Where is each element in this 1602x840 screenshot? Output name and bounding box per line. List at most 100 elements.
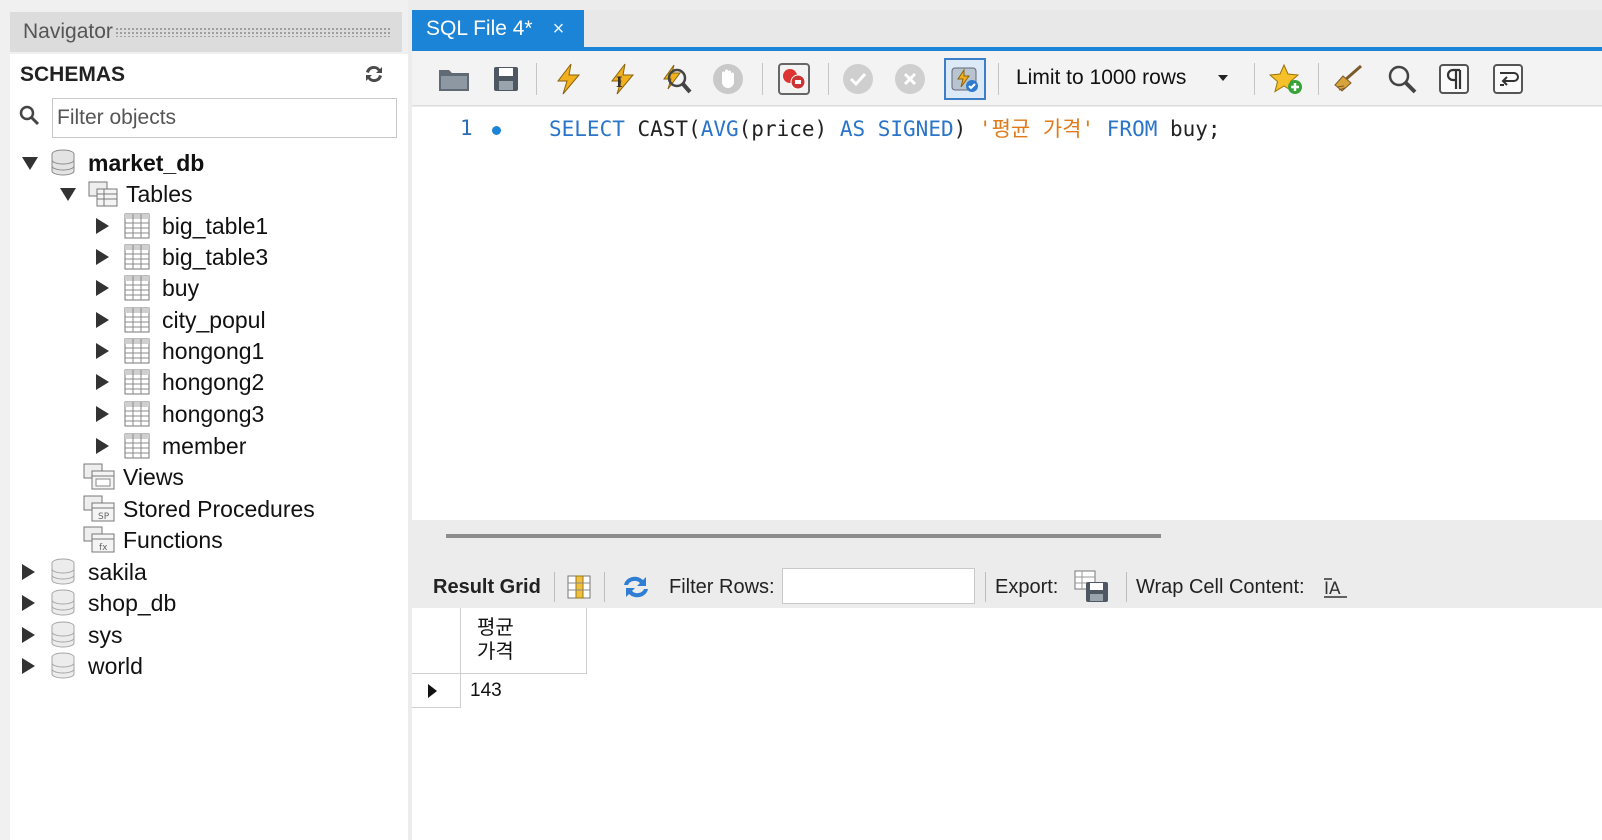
expand-arrow-icon[interactable] — [96, 438, 109, 454]
table-icon — [124, 401, 150, 427]
find-magnifier-icon[interactable] — [1384, 61, 1420, 97]
table-item[interactable]: big_table3 — [96, 242, 268, 272]
table-icon — [124, 369, 150, 395]
wrap-lines-icon[interactable] — [1490, 61, 1526, 97]
column-header[interactable]: 평균 가격 — [461, 608, 587, 674]
collapse-arrow-icon[interactable] — [60, 187, 76, 201]
rollback-icon[interactable] — [892, 61, 928, 97]
table-label: big_table1 — [162, 212, 269, 239]
grid-layout-icon[interactable] — [566, 566, 594, 608]
schema-item-sakila[interactable]: sakila — [22, 557, 147, 587]
svg-text:fx: fx — [99, 543, 108, 553]
database-icon — [50, 621, 76, 649]
database-icon — [50, 652, 76, 680]
table-label: buy — [162, 274, 200, 301]
grid-corner[interactable] — [412, 608, 461, 674]
stop-icon[interactable] — [710, 61, 746, 97]
export-icon[interactable] — [1074, 566, 1110, 608]
expand-arrow-icon[interactable] — [96, 249, 109, 265]
tree-item-functions[interactable]: fx Functions — [83, 525, 223, 555]
toolbar-divider — [1318, 63, 1319, 95]
expand-arrow-icon[interactable] — [22, 595, 35, 611]
explain-magnifier-icon[interactable] — [658, 61, 694, 97]
commit-icon[interactable] — [840, 61, 876, 97]
schema-item-market-db[interactable]: market_db — [22, 148, 204, 178]
sql-function: AVG — [700, 117, 739, 141]
tree-item-views[interactable]: Views — [83, 462, 184, 492]
expand-arrow-icon[interactable] — [96, 280, 109, 296]
functions-folder-icon: fx — [83, 526, 115, 554]
schema-browser: SCHEMAS market_db Tables — [10, 54, 408, 840]
chevron-down-icon[interactable] — [1218, 75, 1228, 81]
autocommit-toggle-icon[interactable] — [944, 58, 986, 100]
execute-lightning-icon[interactable] — [550, 61, 586, 97]
stop-on-error-icon[interactable] — [776, 61, 812, 97]
refresh-icon[interactable] — [620, 566, 652, 608]
tree-item-tables[interactable]: Tables — [60, 179, 192, 209]
table-item[interactable]: member — [96, 431, 246, 461]
table-item[interactable]: hongong2 — [96, 367, 264, 397]
expand-arrow-icon[interactable] — [96, 218, 109, 234]
collapse-arrow-icon[interactable] — [22, 156, 38, 170]
toolbar-divider — [1254, 63, 1255, 95]
close-icon[interactable]: × — [553, 18, 565, 41]
toolbar-divider — [554, 572, 555, 602]
table-icon — [124, 433, 150, 459]
sql-editor-toolbar: I Limit to 1000 rows — [412, 51, 1602, 106]
export-label: Export: — [995, 575, 1059, 598]
table-label: hongong3 — [162, 400, 265, 427]
filter-rows-input[interactable] — [782, 568, 975, 604]
row-selector[interactable] — [412, 674, 461, 708]
wrap-text-icon[interactable]: IA — [1323, 566, 1349, 608]
tree-label: Stored Procedures — [123, 495, 315, 522]
sql-string: '평균 가격' — [978, 117, 1095, 141]
filter-rows-label: Filter Rows: — [669, 575, 775, 598]
table-icon — [124, 338, 150, 364]
limit-rows-select[interactable]: Limit to 1000 rows — [1004, 59, 1240, 97]
refresh-schemas-icon[interactable] — [362, 62, 386, 92]
beautify-broom-icon[interactable] — [1330, 61, 1366, 97]
schema-item-shop-db[interactable]: shop_db — [22, 588, 176, 618]
panel-grip[interactable] — [114, 27, 392, 37]
table-item[interactable]: city_popul — [96, 305, 266, 335]
svg-text:SP: SP — [98, 512, 110, 522]
filter-objects-input[interactable] — [52, 98, 397, 138]
panel-splitter[interactable] — [412, 520, 1602, 566]
tree-label: Functions — [123, 526, 223, 553]
svg-text:IA: IA — [1324, 579, 1341, 599]
result-toolbar: Result Grid Filter Rows: Export: Wrap Ce… — [412, 566, 1602, 608]
table-item[interactable]: hongong3 — [96, 399, 264, 429]
svg-text:I: I — [616, 75, 623, 91]
sql-statement[interactable]: SELECT CAST(AVG(price) AS SIGNED) '평균 가격… — [549, 113, 1221, 143]
schema-label: market_db — [88, 149, 205, 176]
expand-arrow-icon[interactable] — [96, 406, 109, 422]
execute-current-statement-icon[interactable]: I — [604, 61, 640, 97]
result-grid-label[interactable]: Result Grid — [433, 566, 541, 608]
table-label: hongong1 — [162, 337, 265, 364]
table-item[interactable]: buy — [96, 273, 199, 303]
schema-item-world[interactable]: world — [22, 651, 143, 681]
open-folder-icon[interactable] — [436, 61, 472, 97]
table-cell[interactable]: 143 — [470, 674, 502, 708]
tab-sql-file[interactable]: SQL File 4* × — [412, 10, 584, 48]
expand-arrow-icon[interactable] — [96, 312, 109, 328]
save-icon[interactable] — [488, 61, 524, 97]
table-item[interactable]: big_table1 — [96, 211, 268, 241]
tree-item-stored-procedures[interactable]: SP Stored Procedures — [83, 494, 315, 524]
add-snippet-star-icon[interactable] — [1268, 61, 1304, 97]
expand-arrow-icon[interactable] — [96, 343, 109, 359]
expand-arrow-icon[interactable] — [22, 564, 35, 580]
tab-strip: SQL File 4* × — [412, 10, 1602, 48]
schema-item-sys[interactable]: sys — [22, 620, 123, 650]
sql-code-editor[interactable]: 1 SELECT CAST(AVG(price) AS SIGNED) '평균 … — [412, 107, 1602, 520]
table-label: big_table3 — [162, 243, 269, 270]
expand-arrow-icon[interactable] — [22, 627, 35, 643]
expand-arrow-icon[interactable] — [22, 658, 35, 674]
invisible-chars-icon[interactable] — [1436, 61, 1472, 97]
horizontal-scrollbar[interactable] — [446, 534, 1161, 538]
current-row-arrow-icon — [428, 684, 437, 698]
table-item[interactable]: hongong1 — [96, 336, 264, 366]
expand-arrow-icon[interactable] — [96, 374, 109, 390]
search-icon — [18, 104, 42, 128]
toolbar-divider — [536, 63, 537, 95]
